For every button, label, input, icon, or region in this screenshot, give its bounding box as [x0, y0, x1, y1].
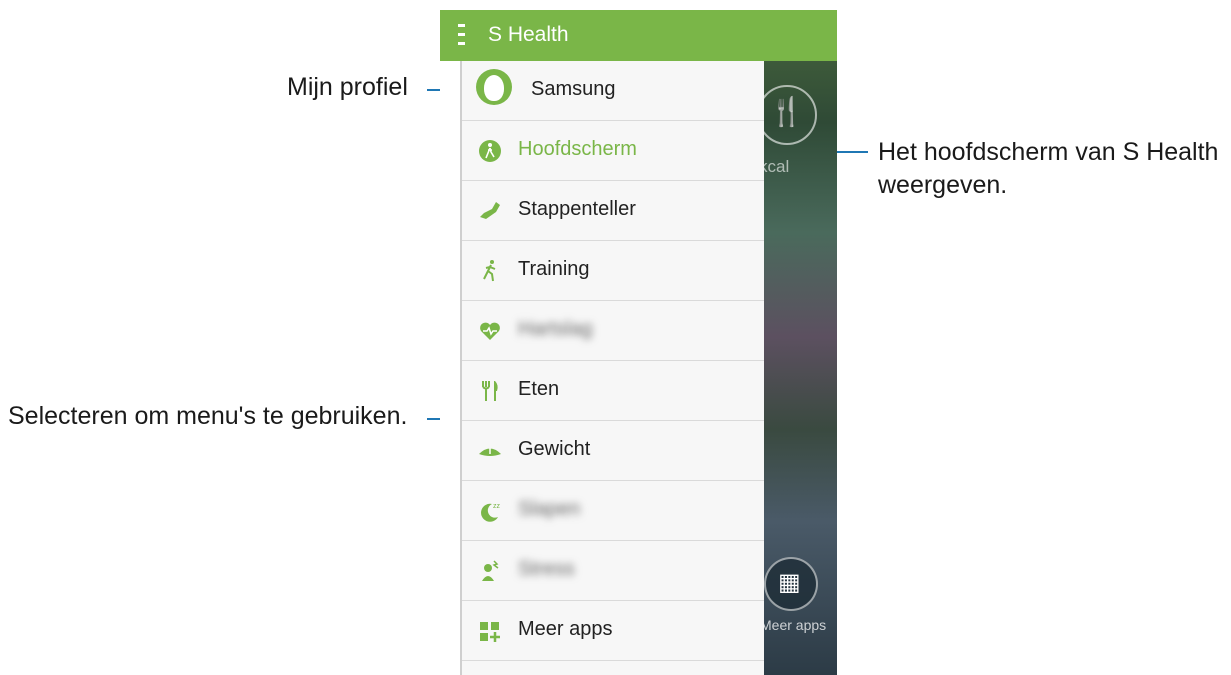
stress-icon	[482, 560, 499, 581]
profile-name: Samsung	[531, 78, 616, 100]
more-apps-round-label: Meer apps	[760, 617, 827, 633]
navigation-drawer: Samsung Hoofdscherm Stappenteller Traini…	[460, 61, 764, 675]
moon-sleep-icon: zz	[481, 503, 501, 522]
callout-home-line1: Het hoofdscherm van S Health	[878, 138, 1219, 166]
drawer-item-label: Hoofdscherm	[518, 138, 637, 160]
food-circle-icon: 🍴	[757, 85, 817, 145]
drawer-item-label: Meer apps	[518, 618, 613, 640]
drawer-profile[interactable]: Samsung	[462, 61, 764, 121]
svg-text:zz: zz	[493, 503, 501, 510]
drawer-item-label: Stappenteller	[518, 198, 636, 220]
callout-my-profile: Mijn profiel	[287, 73, 408, 101]
drawer-item-label: Training	[518, 258, 590, 280]
drawer-item-label: Hartslag	[518, 318, 593, 340]
shoe-icon	[480, 202, 500, 219]
home-walker-icon	[479, 140, 501, 162]
drawer-item-slapen[interactable]: zz Slapen	[462, 481, 764, 541]
background-home-screen: 🍴 kcal ▦ Meer apps	[757, 61, 837, 675]
grid-plus-icon	[480, 622, 500, 642]
drawer-item-label: Slapen	[518, 498, 581, 520]
drawer-item-gewicht[interactable]: Gewicht	[462, 421, 764, 481]
action-bar: S Health	[440, 10, 837, 61]
more-apps-round-button[interactable]: ▦	[764, 557, 818, 611]
callout-home-line2: weergeven.	[878, 171, 1008, 199]
drawer-item-hartslag[interactable]: Hartslag	[462, 301, 764, 361]
drawer-item-eten[interactable]: Eten	[462, 361, 764, 421]
app-title: S Health	[488, 23, 569, 46]
avatar	[476, 69, 512, 105]
drawer-item-hoofdscherm[interactable]: Hoofdscherm	[462, 121, 764, 181]
scale-icon	[479, 448, 501, 456]
phone-screen: S Health 🍴 kcal ▦ Meer apps Samsung Hoof…	[440, 10, 837, 675]
fork-knife-icon	[482, 381, 498, 401]
drawer-item-meer-apps[interactable]: Meer apps	[462, 601, 764, 661]
callout-select-menus: Selecteren om menu's te gebruiken.	[8, 402, 408, 430]
drawer-item-training[interactable]: Training	[462, 241, 764, 301]
drawer-item-label: Gewicht	[518, 438, 591, 460]
heart-pulse-icon	[480, 322, 500, 340]
drawer-item-label: Stress	[518, 558, 575, 580]
drawer-menu-icon[interactable]	[458, 24, 465, 46]
drawer-item-stress[interactable]: Stress	[462, 541, 764, 601]
drawer-item-stappenteller[interactable]: Stappenteller	[462, 181, 764, 241]
runner-icon	[483, 260, 496, 282]
drawer-item-label: Eten	[518, 378, 560, 400]
